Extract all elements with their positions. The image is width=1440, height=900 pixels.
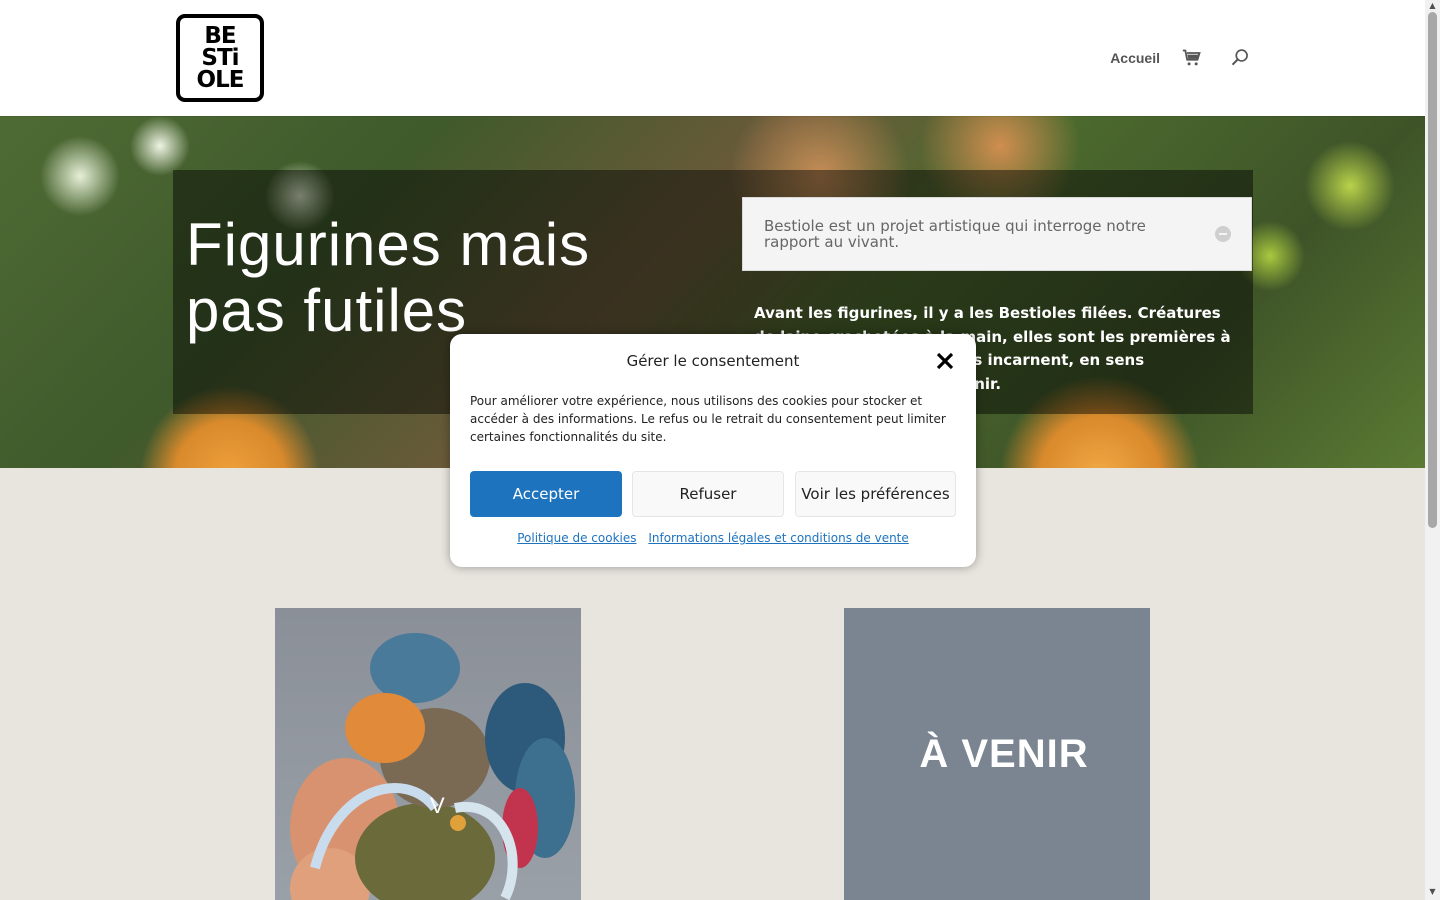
scroll-up-arrow-icon[interactable]: ▲ — [1428, 2, 1437, 10]
legal-info-link[interactable]: Informations légales et conditions de ve… — [648, 531, 908, 545]
site-logo[interactable]: BE STi OLE — [176, 14, 264, 102]
nav-link-accueil[interactable]: Accueil — [1110, 50, 1160, 66]
refuse-button[interactable]: Refuser — [632, 471, 784, 517]
crochet-figurines-illustration: V — [290, 633, 575, 900]
cookie-consent-dialog: Gérer le consentement Pour améliorer vot… — [450, 334, 976, 567]
logo-line-3: OLE — [196, 67, 245, 93]
coming-soon-label: À VENIR — [919, 731, 1089, 776]
shopping-cart-icon[interactable] — [1182, 48, 1202, 68]
collapse-minus-icon[interactable] — [1215, 226, 1231, 242]
hero-title: Figurines mais pas futiles — [186, 211, 591, 344]
consent-message: Pour améliorer votre expérience, nous ut… — [470, 394, 946, 444]
page-scrollbar[interactable]: ▲ ▼ — [1425, 0, 1440, 900]
scrollbar-thumb[interactable] — [1428, 12, 1437, 528]
svg-text:V: V — [430, 793, 445, 818]
coming-soon-card[interactable]: À VENIR — [844, 608, 1150, 900]
consent-title: Gérer le consentement — [626, 352, 800, 370]
accordion-item[interactable]: Bestiole est un projet artistique qui in… — [742, 197, 1252, 271]
main-nav: Accueil — [1110, 44, 1250, 72]
search-icon[interactable] — [1230, 48, 1250, 68]
accordion-title: Bestiole est un projet artistique qui in… — [764, 217, 1146, 251]
logo-line-1: BE — [204, 23, 236, 49]
site-header: BE STi OLE Accueil — [0, 0, 1425, 116]
preferences-button[interactable]: Voir les préférences — [795, 471, 956, 517]
cookie-policy-link[interactable]: Politique de cookies — [517, 531, 636, 545]
scroll-down-arrow-icon[interactable]: ▼ — [1428, 888, 1437, 896]
consent-links: Politique de cookies Informations légale… — [450, 531, 976, 545]
product-card-image[interactable]: V — [275, 608, 581, 900]
accept-button[interactable]: Accepter — [470, 471, 622, 517]
close-icon[interactable] — [935, 351, 955, 371]
logo-line-2: STi — [201, 45, 239, 71]
